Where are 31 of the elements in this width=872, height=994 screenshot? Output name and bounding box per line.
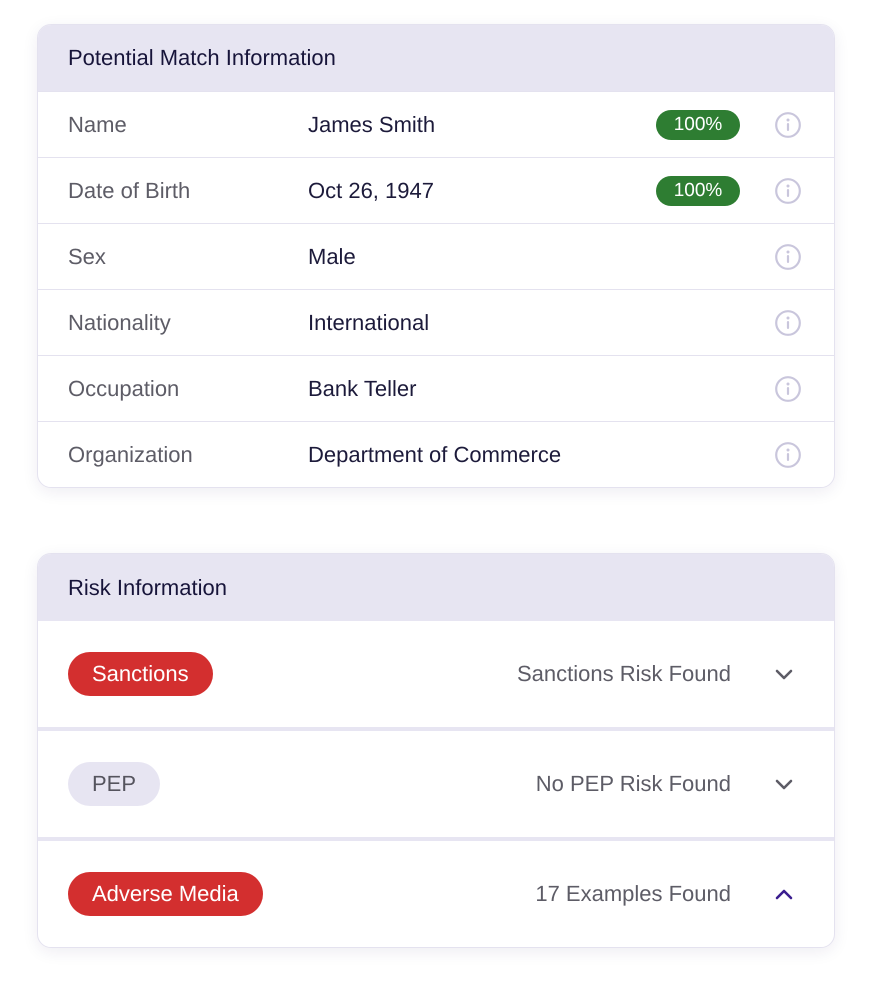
field-value: Department of Commerce [308, 442, 562, 468]
info-icon[interactable] [775, 178, 801, 204]
chevron-down-icon[interactable] [775, 778, 793, 790]
risk-tag: Sanctions [68, 652, 213, 696]
info-icon[interactable] [775, 112, 801, 138]
info-icon[interactable] [775, 442, 801, 468]
field-value: Bank Teller [308, 376, 418, 402]
chevron-up-icon[interactable] [775, 888, 793, 900]
field-value: Male [308, 244, 357, 270]
match-score-badge: 100% [656, 176, 740, 206]
field-value: International [308, 310, 430, 336]
field-value: James Smith [308, 112, 436, 138]
info-icon[interactable] [775, 244, 801, 270]
field-label: Name [68, 112, 128, 138]
risk-status: Sanctions Risk Found [516, 661, 731, 687]
field-value: Oct 26, 1947 [308, 178, 435, 204]
info-icon[interactable] [775, 310, 801, 336]
field-label: Sex [68, 244, 107, 270]
field-label: Occupation [68, 376, 180, 402]
field-label: Nationality [68, 310, 172, 336]
match-score-badge: 100% [656, 110, 740, 140]
card-header: Risk Information [38, 554, 834, 621]
card-header: Potential Match Information [38, 25, 834, 91]
risk-status: 17 Examples Found [534, 881, 731, 907]
risk-tag: Adverse Media [68, 872, 263, 916]
info-icon[interactable] [775, 376, 801, 402]
risk-status: No PEP Risk Found [534, 771, 731, 797]
chevron-down-icon[interactable] [775, 668, 793, 680]
field-label: Date of Birth [68, 178, 192, 204]
field-label: Organization [68, 442, 194, 468]
risk-tag: PEP [68, 762, 160, 806]
